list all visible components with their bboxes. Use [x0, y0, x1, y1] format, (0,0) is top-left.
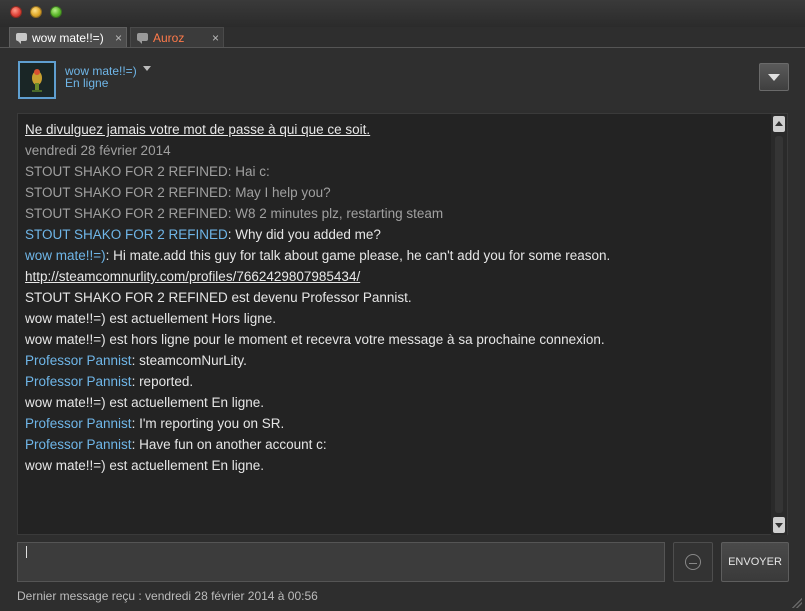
system-message: wow mate!!=) est hors ligne pour le mome…: [25, 332, 605, 347]
tab-wow-mate[interactable]: wow mate!!=) ×: [9, 27, 127, 47]
scroll-track[interactable]: [775, 136, 783, 513]
scroll-down-icon[interactable]: [773, 517, 785, 533]
chat-bubble-icon: [16, 33, 27, 44]
message-sender[interactable]: Professor Pannist: [25, 353, 132, 368]
chat-message: Professor Pannist: I'm reporting you on …: [25, 413, 770, 434]
text-caret: [26, 546, 27, 558]
tab-label: wow mate!!=): [32, 31, 104, 45]
message-sender[interactable]: Professor Pannist: [25, 416, 132, 431]
message-sender: STOUT SHAKO FOR 2 REFINED: [25, 206, 228, 221]
system-message: STOUT SHAKO FOR 2 REFINED est devenu Pro…: [25, 290, 412, 305]
message-sender: STOUT SHAKO FOR 2 REFINED: [25, 164, 228, 179]
window-titlebar: [0, 0, 805, 27]
message-text: : I'm reporting you on SR.: [131, 416, 285, 431]
chat-message: STOUT SHAKO FOR 2 REFINED: Why did you a…: [25, 224, 770, 245]
options-menu-button[interactable]: [759, 63, 789, 91]
emoticon-icon: [685, 554, 701, 570]
avatar[interactable]: [18, 61, 56, 99]
tab-close-icon[interactable]: ×: [212, 28, 219, 48]
message-text: : Why did you added me?: [227, 227, 381, 242]
dropdown-arrow-icon: [768, 74, 780, 81]
friend-status: En ligne: [65, 76, 109, 90]
emoticon-button[interactable]: [673, 542, 713, 582]
system-message: wow mate!!=) est actuellement Hors ligne…: [25, 311, 276, 326]
chat-history[interactable]: Ne divulguez jamais votre mot de passe à…: [17, 113, 788, 535]
zoom-window-button[interactable]: [50, 6, 62, 18]
tab-close-icon[interactable]: ×: [115, 28, 122, 48]
scroll-up-icon[interactable]: [773, 116, 785, 132]
message-sender[interactable]: STOUT SHAKO FOR 2 REFINED: [25, 227, 228, 242]
chat-message: Professor Pannist: reported.: [25, 371, 770, 392]
send-button[interactable]: ENVOYER: [721, 542, 789, 582]
last-message-status: Dernier message reçu : vendredi 28 févri…: [17, 589, 318, 603]
chat-message: STOUT SHAKO FOR 2 REFINED: W8 2 minutes …: [25, 203, 770, 224]
message-sender[interactable]: Professor Pannist: [25, 374, 132, 389]
chat-message: wow mate!!=): Hi mate.add this guy for t…: [25, 245, 770, 266]
message-text: : W8 2 minutes plz, restarting steam: [227, 206, 444, 221]
system-message: wow mate!!=) est actuellement En ligne.: [25, 395, 264, 410]
chat-link[interactable]: http://steamcomnurlity.com/profiles/7662…: [25, 266, 770, 287]
chat-message: STOUT SHAKO FOR 2 REFINED: May I help yo…: [25, 182, 770, 203]
chat-date: vendredi 28 février 2014: [25, 143, 171, 158]
message-sender[interactable]: Professor Pannist: [25, 437, 132, 452]
tab-label: Auroz: [153, 31, 185, 45]
message-text: : Have fun on another account c:: [131, 437, 327, 452]
close-window-button[interactable]: [10, 6, 22, 18]
message-input[interactable]: [17, 542, 665, 582]
message-sender[interactable]: wow mate!!=): [25, 248, 106, 263]
chevron-down-icon[interactable]: [143, 66, 151, 71]
chat-bubble-icon: [137, 33, 148, 44]
minimize-window-button[interactable]: [30, 6, 42, 18]
chat-message: Professor Pannist: Have fun on another a…: [25, 434, 770, 455]
system-message: wow mate!!=) est actuellement En ligne.: [25, 458, 264, 473]
security-notice: Ne divulguez jamais votre mot de passe à…: [25, 122, 371, 137]
message-sender: STOUT SHAKO FOR 2 REFINED: [25, 185, 228, 200]
message-text: : May I help you?: [227, 185, 331, 200]
chat-scrollbar[interactable]: [771, 114, 787, 535]
tab-auroz[interactable]: Auroz ×: [130, 27, 224, 47]
resize-grip-icon[interactable]: [792, 598, 802, 608]
message-text: : Hi mate.add this guy for talk about ga…: [105, 248, 611, 263]
message-text: : Hai c:: [227, 164, 270, 179]
message-text: : steamcomNurLity.: [131, 353, 247, 368]
friend-header: [0, 48, 805, 110]
chat-message: STOUT SHAKO FOR 2 REFINED: Hai c:: [25, 161, 770, 182]
chat-message: Professor Pannist: steamcomNurLity.: [25, 350, 770, 371]
message-text: : reported.: [131, 374, 194, 389]
